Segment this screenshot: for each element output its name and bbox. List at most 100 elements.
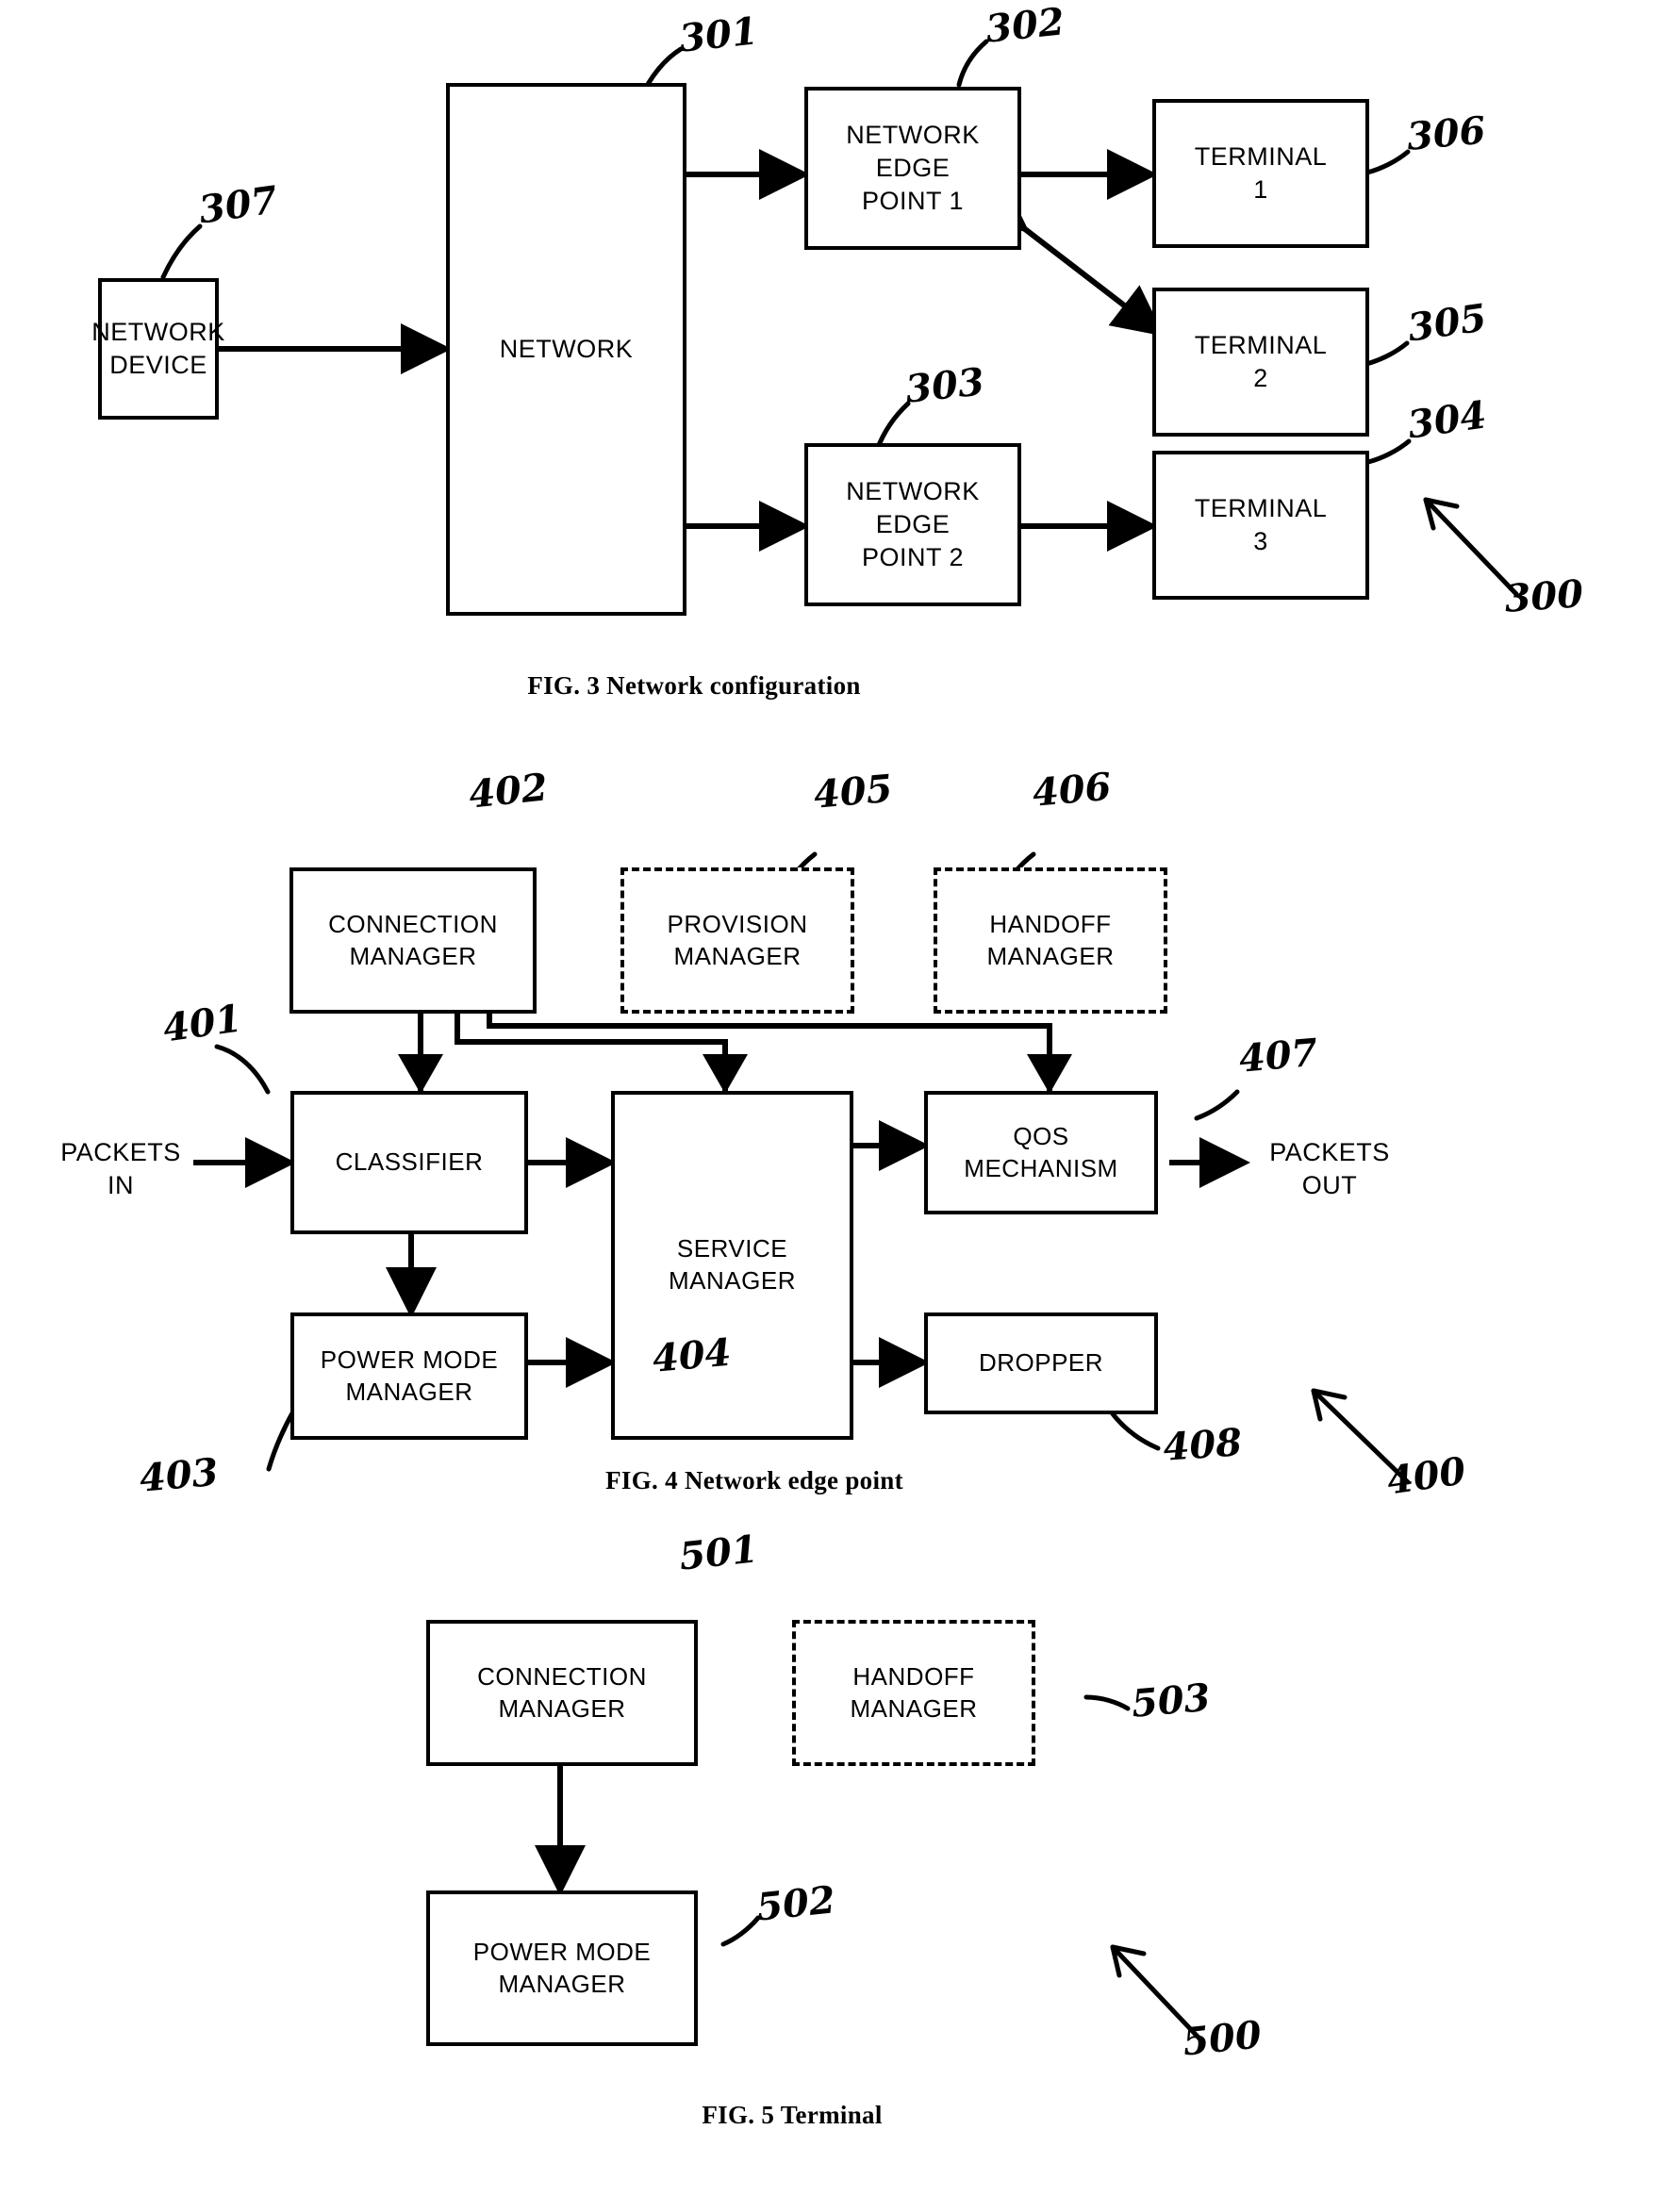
box-label-line: NETWORK: [499, 334, 634, 363]
fig4-power-mode-manager-box: POWER MODE MANAGER: [290, 1312, 528, 1440]
box-label-line: MANAGER: [349, 941, 477, 970]
fig4-provision-manager-box: PROVISION MANAGER: [620, 867, 854, 1014]
reference-numeral-405: 405: [812, 766, 895, 817]
leader-400-head: [1311, 1388, 1348, 1422]
box-label-line: CLASSIFIER: [335, 1147, 484, 1177]
leader-304: [1365, 438, 1412, 465]
reference-numeral-502: 502: [754, 1877, 837, 1930]
box-label-line: TERMINAL: [1194, 141, 1328, 171]
leader-500-head: [1110, 1944, 1147, 1978]
reference-numeral-406: 406: [1031, 764, 1114, 816]
arrow-connmgr-service: [435, 977, 748, 1094]
box-label-line: POINT 1: [861, 187, 965, 216]
reference-numeral-404: 404: [651, 1329, 734, 1381]
patent-drawing-sheet: NETWORK DEVICE NETWORK NETWORK EDGE POIN…: [0, 0, 1670, 2212]
reference-numeral-400: 400: [1384, 1448, 1469, 1504]
box-label-line: MANAGER: [345, 1377, 473, 1406]
fig5-caption: FIG. 5 Terminal: [702, 2101, 883, 2129]
flow-label-line: PACKETS: [1269, 1138, 1390, 1166]
box-label-line: DROPPER: [978, 1348, 1104, 1378]
leader-407: [1194, 1089, 1240, 1121]
box-label-line: POWER MODE: [472, 1937, 652, 1966]
reference-numeral-303: 303: [903, 359, 986, 412]
fig3-caption: FIG. 3 Network configuration: [527, 671, 861, 700]
box-label-line: NETWORK: [91, 317, 225, 346]
reference-numeral-300: 300: [1503, 571, 1585, 621]
fig3-edge-point-1-box: NETWORK EDGE POINT 1: [804, 87, 1021, 250]
arrow-edge1-terminal2: [973, 181, 1165, 337]
reference-numeral-302: 302: [984, 0, 1066, 52]
fig3-network-device-box: NETWORK DEVICE: [91, 278, 224, 420]
leader-502: [720, 1915, 761, 1947]
box-label-line: TERMINAL: [1194, 330, 1328, 359]
box-label-line: POINT 2: [861, 543, 965, 572]
fig5-power-mode-manager-box: POWER MODE MANAGER: [426, 1890, 698, 2046]
fig4-service-manager-box: SERVICE MANAGER: [611, 1091, 853, 1440]
reference-numeral-407: 407: [1237, 1030, 1320, 1081]
reference-numeral-305: 305: [1405, 295, 1490, 351]
leader-401: [214, 1044, 271, 1095]
leader-503: [1083, 1694, 1131, 1711]
box-label-line: MANAGER: [498, 1693, 626, 1723]
box-label-line: POWER MODE: [320, 1345, 499, 1374]
box-label-line: CONNECTION: [477, 1661, 647, 1691]
fig5-handoff-manager-box: HANDOFF MANAGER: [792, 1620, 1035, 1766]
reference-numeral-501: 501: [677, 1527, 760, 1579]
box-label-line: MANAGER: [850, 1693, 978, 1723]
leader-300-head: [1423, 497, 1460, 531]
reference-numeral-403: 403: [138, 1449, 221, 1501]
box-label-line: NETWORK: [846, 120, 980, 149]
fig4-connection-manager-box: CONNECTION MANAGER: [289, 867, 537, 1014]
box-label-line: 1: [1253, 175, 1268, 204]
leader-306: [1364, 149, 1411, 175]
box-label-line: DEVICE: [109, 351, 207, 379]
box-label-line: 3: [1253, 527, 1268, 555]
box-label-line: HANDOFF: [852, 1661, 975, 1691]
flow-label-line: IN: [107, 1171, 134, 1200]
box-label-line: SERVICE: [676, 1234, 788, 1263]
leader-302: [956, 39, 989, 88]
fig3-network-box: NETWORK: [446, 83, 686, 616]
leader-307: [160, 223, 203, 280]
box-label-line: CONNECTION: [328, 909, 498, 938]
fig4-packets-out-label: PACKETS OUT: [1249, 1136, 1410, 1202]
flow-label-line: OUT: [1301, 1171, 1358, 1200]
box-label-line: MANAGER: [673, 941, 802, 970]
reference-numeral-307: 307: [196, 177, 281, 233]
box-label-line: MANAGER: [669, 1266, 796, 1295]
leader-305: [1364, 340, 1410, 367]
box-label-line: 2: [1253, 364, 1268, 392]
fig3-terminal-3-box: TERMINAL 3: [1152, 451, 1369, 600]
fig3-terminal-1-box: TERMINAL 1: [1152, 99, 1369, 248]
fig3-terminal-2-box: TERMINAL 2: [1152, 288, 1369, 437]
box-label-line: MANAGER: [498, 1969, 626, 1998]
box-label-line: TERMINAL: [1194, 493, 1328, 522]
reference-numeral-503: 503: [1130, 1675, 1213, 1726]
fig3-edge-point-2-box: NETWORK EDGE POINT 2: [804, 443, 1021, 606]
reference-numeral-500: 500: [1181, 2012, 1264, 2065]
fig4-caption: FIG. 4 Network edge point: [605, 1466, 903, 1494]
box-label-line: HANDOFF: [989, 909, 1112, 938]
fig5-connection-manager-box: CONNECTION MANAGER: [426, 1620, 698, 1766]
box-label-line: QOS: [1013, 1121, 1069, 1150]
box-label-line: PROVISION: [667, 909, 808, 938]
reference-numeral-301: 301: [677, 8, 760, 61]
box-label-line: MANAGER: [986, 941, 1115, 970]
leader-408: [1108, 1409, 1161, 1451]
reference-numeral-402: 402: [467, 765, 550, 817]
fig4-handoff-manager-box: HANDOFF MANAGER: [934, 867, 1167, 1014]
fig4-qos-mechanism-box: QOS MECHANISM: [924, 1091, 1158, 1214]
reference-numeral-304: 304: [1405, 392, 1490, 448]
fig4-classifier-box: CLASSIFIER: [290, 1091, 528, 1234]
box-label-line: NETWORK: [846, 476, 980, 505]
reference-numeral-408: 408: [1162, 1420, 1244, 1470]
reference-numeral-401: 401: [160, 996, 245, 1051]
box-label-line: EDGE: [875, 153, 951, 182]
fig4-packets-in-label: PACKETS IN: [45, 1136, 196, 1202]
arrow-connmgr-qos: [467, 977, 1072, 1094]
box-label-line: EDGE: [875, 509, 951, 538]
box-label-line: MECHANISM: [964, 1153, 1118, 1182]
fig4-dropper-box: DROPPER: [924, 1312, 1158, 1414]
flow-label-line: PACKETS: [60, 1138, 181, 1166]
reference-numeral-306: 306: [1405, 107, 1488, 159]
